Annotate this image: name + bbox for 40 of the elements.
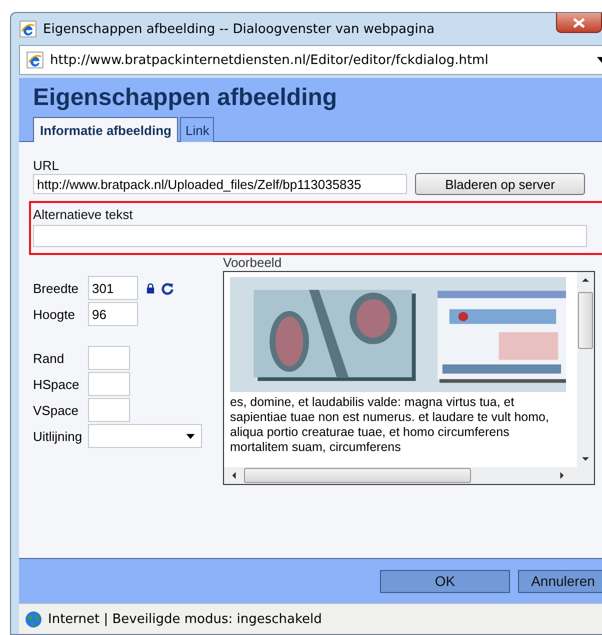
browser-icon — [19, 20, 37, 38]
alt-text-field[interactable] — [33, 225, 587, 247]
vertical-scrollbar[interactable] — [577, 272, 594, 467]
size-field[interactable]: 301 — [88, 276, 138, 300]
dialog-button[interactable]: Annuleren — [518, 570, 602, 592]
size-field[interactable]: 96 — [88, 302, 138, 326]
address-text: http://www.bratpackinternetdiensten.nl/Editor/editor/fckdialog.html — [50, 52, 490, 68]
field-label: Alternatieve tekst — [33, 207, 134, 222]
dialog-button[interactable]: OK — [380, 570, 510, 592]
status-text: Internet | Beveiligde modus: ingeschakeld — [48, 612, 322, 626]
field-label: Hoogte — [33, 306, 76, 322]
scroll-down-icon[interactable] — [582, 457, 589, 461]
scroll-left-icon[interactable] — [232, 472, 236, 479]
dialog-title: Eigenschappen afbeelding — [33, 84, 338, 113]
field-label: Breedte — [33, 280, 80, 296]
field-label: URL — [33, 158, 60, 173]
spacing-field[interactable] — [88, 398, 130, 422]
spacing-field[interactable] — [88, 372, 130, 396]
field-label: VSpace — [33, 402, 80, 418]
window-title: Eigenschappen afbeelding -- Dialoogvenster van webpagina — [43, 22, 435, 36]
field-label: HSpace — [33, 376, 80, 392]
refresh-icon[interactable] — [161, 282, 174, 294]
page-icon — [26, 51, 44, 69]
field-label: Uitlijning — [33, 428, 84, 444]
close-icon — [573, 18, 585, 28]
globe-icon — [25, 610, 42, 628]
url-field[interactable]: http://www.bratpack.nl/Uploaded_files/Zelf/bp113035835 — [33, 174, 407, 194]
scroll-up-icon[interactable] — [582, 278, 589, 282]
lock-icon[interactable] — [146, 282, 155, 294]
close-button[interactable] — [556, 13, 602, 33]
horizontal-scrollbar[interactable] — [224, 467, 594, 484]
tab[interactable]: Informatie afbeelding — [33, 117, 178, 142]
scroll-right-icon[interactable] — [560, 472, 564, 479]
preview-text: es, domine, et laudabilis valde: magna virtus tua, et sapientiae tuae non est numerus. et laudare te vult homo, aliqua portio creaturae tuae, et homo circumferens mortalitem suam, circumferens — [230, 394, 550, 455]
browse-button[interactable]: Bladeren op server — [415, 173, 585, 195]
spacing-field[interactable] — [88, 346, 130, 370]
dropdown-arrow-icon — [186, 434, 195, 438]
tab[interactable]: Link — [180, 117, 214, 142]
field-label: Rand — [33, 350, 66, 366]
preview-label: Voorbeeld — [223, 255, 283, 271]
